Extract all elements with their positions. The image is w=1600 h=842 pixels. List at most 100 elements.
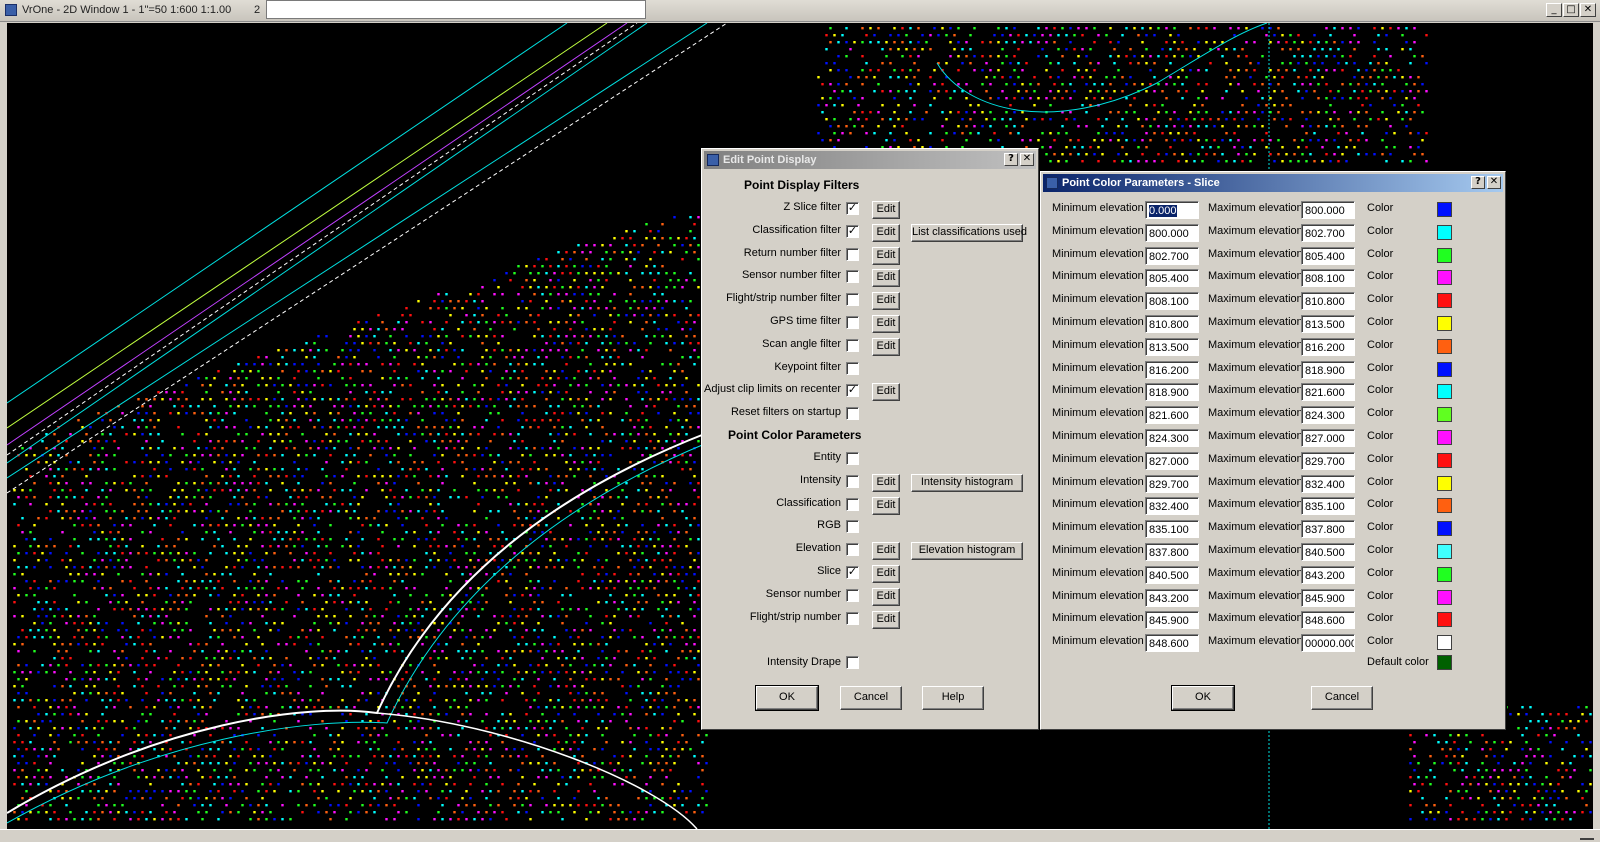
filter-checkbox[interactable]: ✓: [846, 202, 859, 215]
color-mode-checkbox[interactable]: [846, 543, 859, 557]
resize-grip-icon[interactable]: [1580, 832, 1594, 840]
max-elevation-input[interactable]: 843.200: [1301, 565, 1355, 584]
color-mode-edit-button[interactable]: Edit: [872, 587, 900, 606]
filter-edit-button[interactable]: Edit: [872, 269, 900, 288]
filter-checkbox[interactable]: [846, 247, 859, 261]
color-mode-edit-button[interactable]: Edit: [872, 610, 900, 629]
max-elevation-input[interactable]: 829.700: [1301, 451, 1355, 470]
min-elevation-input[interactable]: 824.300: [1145, 429, 1199, 447]
color-mode-checkbox[interactable]: ✓: [846, 566, 859, 579]
color-mode-checkbox[interactable]: [846, 588, 859, 602]
max-elevation-input[interactable]: 808.100: [1301, 269, 1355, 288]
color-swatch[interactable]: [1437, 498, 1452, 514]
max-elevation-input[interactable]: 800.000: [1301, 201, 1355, 219]
color-mode-edit-button[interactable]: Edit: [872, 496, 900, 515]
max-elevation-input[interactable]: 835.100: [1301, 497, 1355, 516]
slice-cancel-button[interactable]: Cancel: [1311, 686, 1373, 710]
min-elevation-input[interactable]: 837.800: [1145, 543, 1199, 561]
filter-edit-button[interactable]: Edit: [872, 246, 900, 265]
filter-checkbox[interactable]: [846, 361, 859, 375]
color-swatch[interactable]: [1437, 544, 1452, 559]
max-elevation-input[interactable]: 848.600: [1301, 611, 1355, 630]
min-elevation-input[interactable]: 810.800: [1145, 315, 1199, 333]
max-elevation-input[interactable]: 802.700: [1301, 223, 1355, 242]
filter-checkbox[interactable]: [846, 316, 859, 329]
max-elevation-input[interactable]: 845.900: [1301, 588, 1355, 607]
filter-checkbox[interactable]: ✓: [846, 384, 859, 398]
help-icon[interactable]: ?: [1004, 153, 1018, 166]
color-swatch[interactable]: [1437, 338, 1452, 354]
min-elevation-input[interactable]: 829.700: [1145, 474, 1199, 493]
close-icon[interactable]: ✕: [1020, 153, 1034, 166]
filter-edit-button[interactable]: Edit: [872, 292, 900, 311]
color-mode-checkbox[interactable]: [846, 452, 859, 465]
min-elevation-input[interactable]: 832.400: [1145, 497, 1199, 516]
min-elevation-input[interactable]: 813.500: [1145, 337, 1199, 356]
color-swatch[interactable]: [1437, 452, 1452, 468]
color-swatch[interactable]: [1437, 202, 1452, 217]
max-elevation-input[interactable]: 813.500: [1301, 315, 1355, 333]
min-elevation-input[interactable]: 821.600: [1145, 406, 1199, 425]
max-elevation-input[interactable]: 824.300: [1301, 406, 1355, 425]
filter-edit-button[interactable]: Edit: [872, 315, 900, 333]
filter-checkbox[interactable]: [846, 270, 859, 284]
edit-cancel-button[interactable]: Cancel: [840, 686, 902, 710]
min-elevation-input[interactable]: 843.200: [1145, 588, 1199, 607]
command-input[interactable]: [266, 0, 646, 19]
min-elevation-input[interactable]: 827.000: [1145, 451, 1199, 470]
max-elevation-input[interactable]: 827.000: [1301, 429, 1355, 447]
min-elevation-input[interactable]: 800.000: [1145, 223, 1199, 242]
color-mode-edit-button[interactable]: Edit: [872, 565, 900, 583]
max-elevation-input[interactable]: 832.400: [1301, 474, 1355, 493]
color-swatch[interactable]: [1437, 361, 1452, 377]
max-elevation-input[interactable]: 818.900: [1301, 360, 1355, 379]
filter-extra-button[interactable]: List classifications used: [911, 223, 1027, 242]
filter-edit-button[interactable]: Edit: [872, 337, 900, 356]
slice-dialog-title-bar[interactable]: Point Color Parameters - Slice ? ✕: [1043, 174, 1503, 192]
color-swatch[interactable]: [1437, 316, 1452, 331]
color-mode-checkbox[interactable]: [846, 497, 859, 511]
filter-checkbox[interactable]: [846, 407, 859, 421]
color-mode-checkbox[interactable]: [846, 520, 859, 534]
min-elevation-input[interactable]: 845.900: [1145, 611, 1199, 630]
max-elevation-input[interactable]: 816.200: [1301, 337, 1355, 356]
color-mode-checkbox[interactable]: [846, 611, 859, 625]
min-elevation-input[interactable]: 0.000: [1145, 201, 1199, 219]
min-elevation-input[interactable]: 805.400: [1145, 269, 1199, 288]
max-elevation-input[interactable]: 810.800: [1301, 292, 1355, 311]
color-swatch[interactable]: [1437, 589, 1452, 605]
close-button[interactable]: ✕: [1580, 3, 1596, 17]
color-swatch[interactable]: [1437, 566, 1452, 582]
color-swatch[interactable]: [1437, 430, 1452, 445]
max-elevation-input[interactable]: 805.400: [1301, 246, 1355, 265]
filter-checkbox[interactable]: ✓: [846, 224, 859, 238]
color-swatch[interactable]: [1437, 384, 1452, 400]
color-mode-extra-button[interactable]: Elevation histogram: [911, 542, 1023, 561]
color-swatch[interactable]: [1437, 407, 1452, 423]
color-mode-edit-button[interactable]: Edit: [872, 473, 900, 492]
color-swatch[interactable]: [1437, 635, 1452, 651]
max-elevation-input[interactable]: 837.800: [1301, 520, 1355, 539]
filter-checkbox[interactable]: [846, 293, 859, 307]
filter-edit-button[interactable]: Edit: [872, 201, 900, 219]
edit-dialog-title-bar[interactable]: Edit Point Display ? ✕: [704, 151, 1036, 169]
filter-edit-button[interactable]: Edit: [872, 383, 900, 402]
filter-checkbox[interactable]: [846, 338, 859, 352]
min-elevation-input[interactable]: 816.200: [1145, 360, 1199, 379]
color-swatch[interactable]: [1437, 247, 1452, 263]
min-elevation-input[interactable]: 835.100: [1145, 520, 1199, 539]
min-elevation-input[interactable]: 848.600: [1145, 634, 1199, 653]
color-mode-extra-button[interactable]: Intensity histogram: [911, 473, 1023, 492]
color-swatch[interactable]: [1437, 521, 1452, 537]
edit-help-button[interactable]: Help: [922, 686, 984, 710]
intensity-drape-checkbox[interactable]: [846, 656, 859, 669]
color-swatch[interactable]: [1437, 612, 1452, 628]
default-color-swatch[interactable]: [1437, 655, 1452, 670]
max-elevation-input[interactable]: 00000.000: [1301, 634, 1355, 653]
maximize-button[interactable]: □: [1563, 3, 1579, 17]
edit-ok-button[interactable]: OK: [755, 685, 819, 711]
color-swatch[interactable]: [1437, 293, 1452, 309]
min-elevation-input[interactable]: 840.500: [1145, 565, 1199, 584]
max-elevation-input[interactable]: 840.500: [1301, 543, 1355, 561]
color-mode-checkbox[interactable]: [846, 474, 859, 488]
